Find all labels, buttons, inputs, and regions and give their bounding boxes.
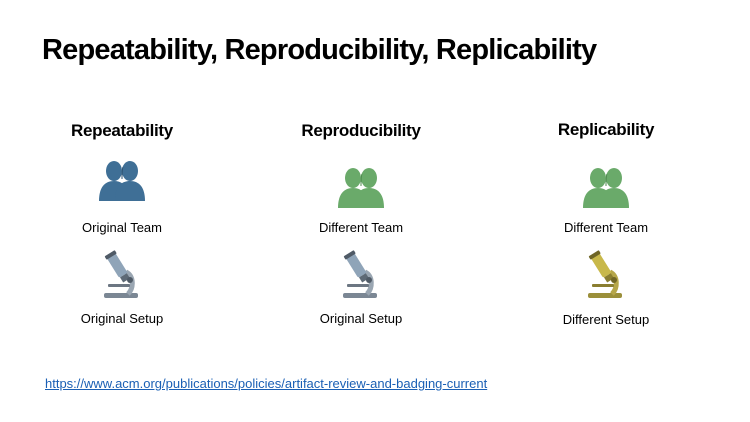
column-repeatability: Repeatability Original Team Original Set… — [22, 0, 222, 422]
team-label: Original Team — [82, 220, 162, 235]
team-label: Different Team — [563, 220, 649, 235]
setup-label: Original Setup — [319, 311, 403, 326]
column-heading: Replicability — [557, 120, 655, 139]
microscope-icon — [588, 250, 622, 298]
setup-label: Original Setup — [80, 311, 164, 326]
microscope-icon — [104, 250, 138, 298]
setup-label: Different Setup — [562, 312, 650, 327]
team-label: Different Team — [318, 220, 404, 235]
reference-link[interactable]: https://www.acm.org/publications/policie… — [45, 376, 487, 391]
people-icon — [338, 168, 384, 208]
column-heading: Repeatability — [71, 121, 173, 140]
column-reproducibility: Reproducibility Different Team Original … — [261, 0, 461, 422]
column-heading: Reproducibility — [301, 121, 421, 140]
people-icon — [583, 168, 629, 208]
people-icon — [99, 161, 145, 201]
microscope-icon — [343, 250, 377, 298]
column-replicability: Replicability Different Team Different S… — [506, 0, 706, 422]
